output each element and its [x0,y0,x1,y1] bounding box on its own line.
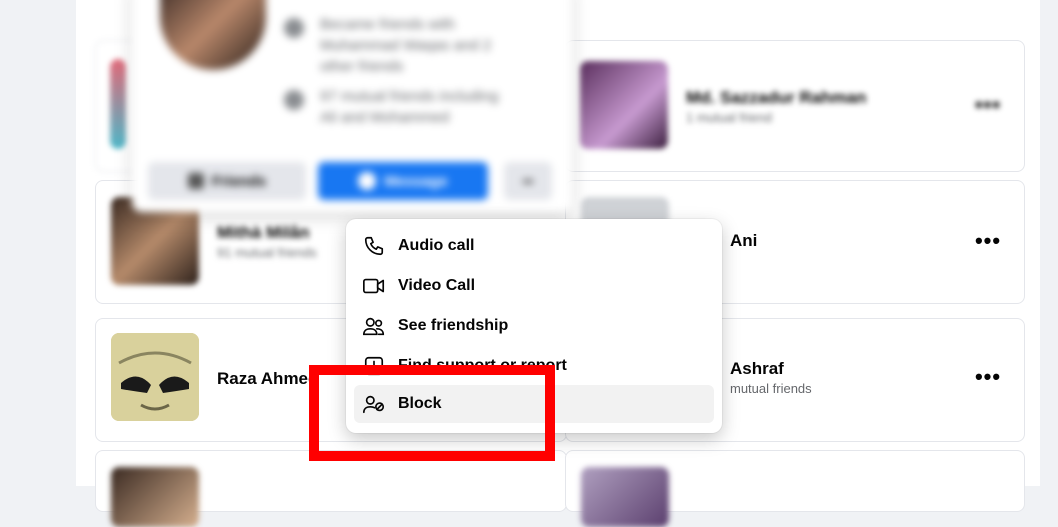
friend-card[interactable]: Md. Sazzadur Rahman 1 mutual friend ••• [565,40,1025,172]
avatar [110,59,126,149]
friends-button[interactable]: Friends [148,162,306,200]
menu-item-video-call[interactable]: Video Call [354,267,714,305]
phone-icon [362,234,386,258]
messenger-icon [358,172,377,190]
video-camera-icon [362,274,386,298]
hovercard-info-line: 97 mutual friends including Ali and Moha… [320,88,499,126]
block-highlight-annotation [309,365,555,461]
chevron-down-icon [523,179,533,183]
message-button-label: Message [384,172,448,190]
mutual-friends-count[interactable]: mutual friends [730,381,812,396]
mutual-friends-count[interactable]: 1 mutual friend [686,110,772,125]
friends-button-label: Friends [211,172,267,190]
more-options-button[interactable]: ••• [970,359,1006,395]
mutual-friends-count[interactable]: 91 mutual friends [217,245,317,260]
menu-item-label: See friendship [398,317,509,334]
friend-name[interactable]: Ani [730,231,757,251]
avatar[interactable] [111,467,199,527]
more-options-button[interactable]: ••• [970,223,1006,259]
avatar[interactable] [580,61,668,149]
avatar[interactable] [111,333,199,421]
mutual-friends-icon [284,90,304,110]
menu-item-see-friendship[interactable]: See friendship [354,307,714,345]
message-button[interactable]: Message [318,162,488,200]
hovercard-info-line: Became friends with Muhammad Waqas and 2… [320,16,492,75]
menu-item-label: Video Call [398,277,476,294]
friend-check-icon [187,173,204,189]
friend-name[interactable]: Mithà Milân [217,223,310,243]
friendship-icon [362,314,386,338]
profile-hovercard: Became friends with Muhammad Waqas and 2… [132,0,572,212]
avatar[interactable] [581,467,669,527]
more-options-button[interactable]: ••• [970,87,1006,123]
friend-name[interactable]: Raza Ahmed [217,369,318,389]
friends-info-icon [284,18,304,38]
friend-name[interactable]: Md. Sazzadur Rahman [686,88,866,108]
menu-item-audio-call[interactable]: Audio call [354,227,714,265]
menu-item-label: Audio call [398,237,475,254]
friend-name[interactable]: Ashraf [730,359,784,379]
more-hovercard-button[interactable] [504,162,552,200]
friend-card[interactable] [565,450,1025,527]
hovercard-avatar[interactable] [160,0,266,70]
